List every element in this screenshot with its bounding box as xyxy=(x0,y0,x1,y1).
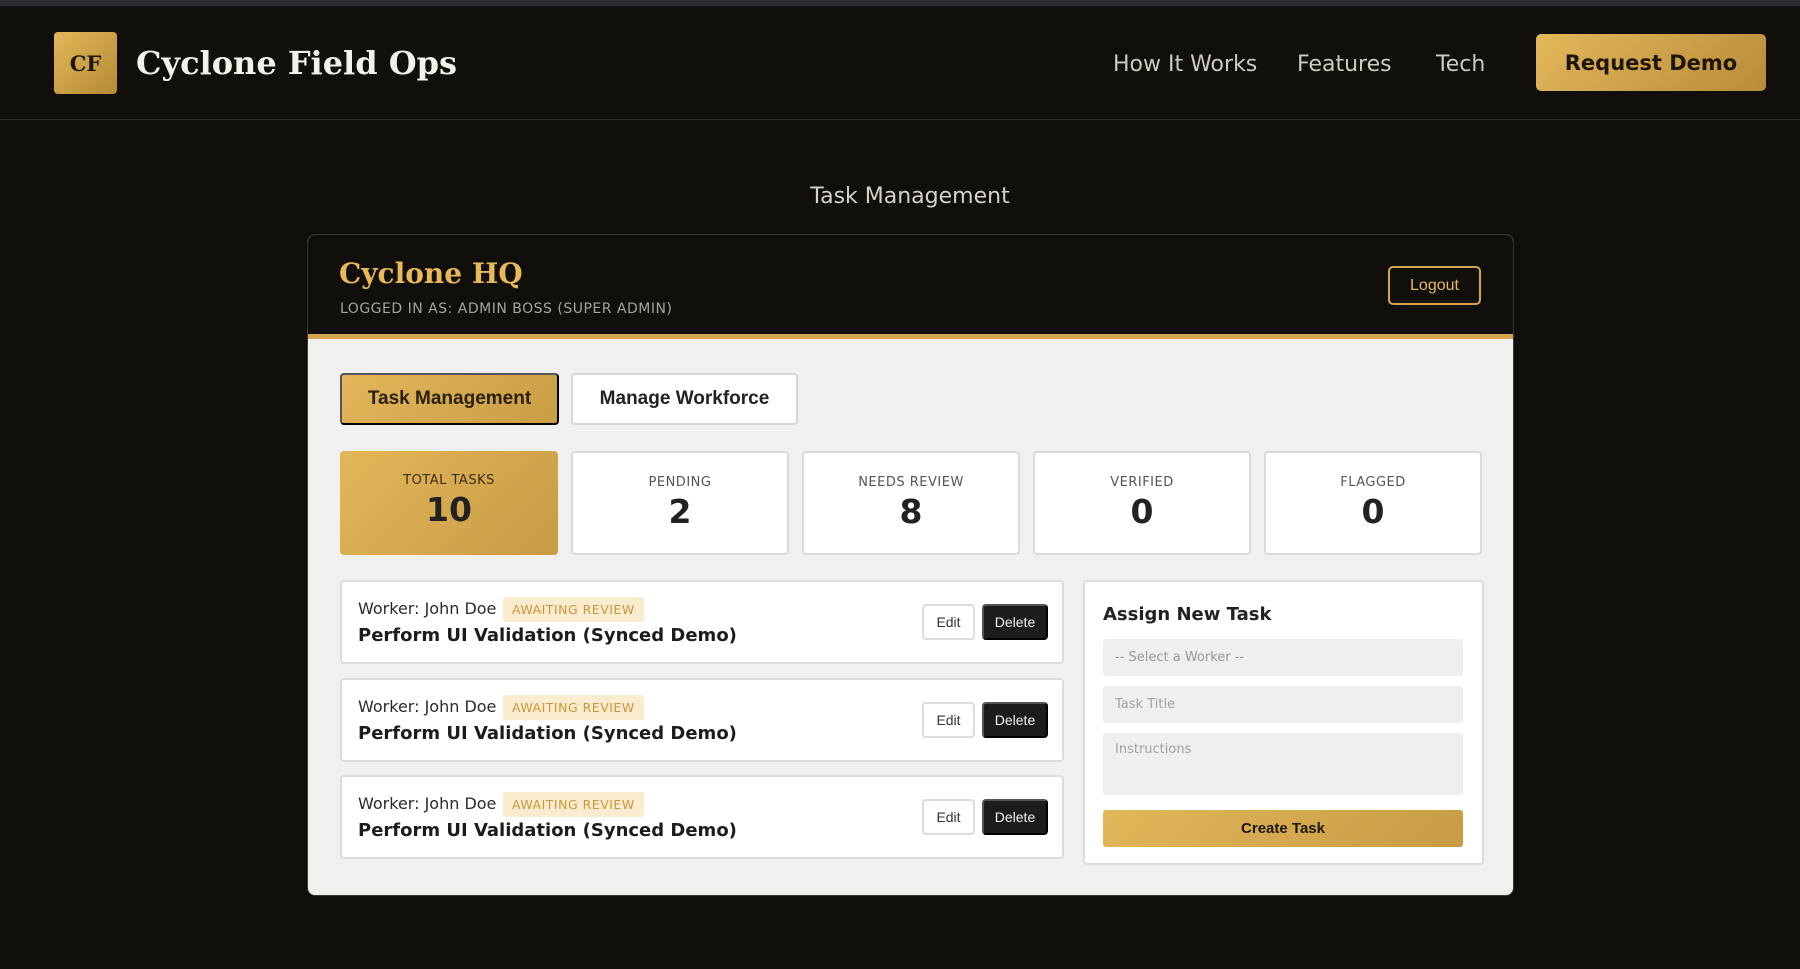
logged-in-as-text: LOGGED IN AS: ADMIN BOSS (SUPER ADMIN) xyxy=(340,301,673,317)
tab-task-management[interactable]: Task Management xyxy=(340,373,559,425)
worker-select[interactable]: -- Select a Worker -- xyxy=(1103,639,1463,676)
status-badge: AWAITING REVIEW xyxy=(503,597,644,622)
top-navbar: CF Cyclone Field Ops How It Works Featur… xyxy=(0,6,1800,120)
tab-manage-workforce[interactable]: Manage Workforce xyxy=(571,373,798,425)
delete-task-button[interactable]: Delete xyxy=(982,799,1048,835)
delete-task-button[interactable]: Delete xyxy=(982,702,1048,738)
task-worker: Worker: John Doe xyxy=(358,697,497,716)
task-card: Worker: John Doe AWAITING REVIEW Perform… xyxy=(340,775,1064,859)
panel-header: Cyclone HQ LOGGED IN AS: ADMIN BOSS (SUP… xyxy=(308,235,1513,339)
stat-card-pending: PENDING 2 xyxy=(571,451,789,555)
nav-link-tech[interactable]: Tech xyxy=(1436,52,1485,77)
stat-label: NEEDS REVIEW xyxy=(858,475,964,490)
task-title-input[interactable] xyxy=(1103,686,1463,723)
delete-task-button[interactable]: Delete xyxy=(982,604,1048,640)
assign-task-form: Assign New Task -- Select a Worker -- Cr… xyxy=(1083,580,1484,865)
edit-task-button[interactable]: Edit xyxy=(922,799,975,835)
brand-logo[interactable]: CF xyxy=(54,32,117,94)
stat-label: TOTAL TASKS xyxy=(403,473,495,488)
status-badge: AWAITING REVIEW xyxy=(503,695,644,720)
edit-task-button[interactable]: Edit xyxy=(922,604,975,640)
task-card: Worker: John Doe AWAITING REVIEW Perform… xyxy=(340,580,1064,664)
create-task-button[interactable]: Create Task xyxy=(1103,810,1463,847)
task-card: Worker: John Doe AWAITING REVIEW Perform… xyxy=(340,678,1064,762)
nav-link-how-it-works[interactable]: How It Works xyxy=(1113,52,1257,77)
task-worker: Worker: John Doe xyxy=(358,794,497,813)
stat-value: 0 xyxy=(1361,492,1385,531)
brand-name[interactable]: Cyclone Field Ops xyxy=(136,44,457,82)
panel-title: Cyclone HQ xyxy=(339,257,523,290)
stat-value: 10 xyxy=(426,490,472,529)
admin-panel: Cyclone HQ LOGGED IN AS: ADMIN BOSS (SUP… xyxy=(307,234,1514,896)
instructions-textarea[interactable] xyxy=(1103,733,1463,795)
stat-label: PENDING xyxy=(648,475,712,490)
logout-button[interactable]: Logout xyxy=(1388,266,1481,305)
assign-form-title: Assign New Task xyxy=(1103,604,1272,625)
stat-card-verified: VERIFIED 0 xyxy=(1033,451,1251,555)
stat-value: 0 xyxy=(1130,492,1154,531)
stat-label: FLAGGED xyxy=(1340,475,1406,490)
edit-task-button[interactable]: Edit xyxy=(922,702,975,738)
stat-card-flagged: FLAGGED 0 xyxy=(1264,451,1482,555)
request-demo-button[interactable]: Request Demo xyxy=(1536,34,1766,91)
stat-card-total-tasks: TOTAL TASKS 10 xyxy=(340,451,558,555)
task-title: Perform UI Validation (Synced Demo) xyxy=(358,723,737,744)
stat-value: 2 xyxy=(668,492,692,531)
stat-label: VERIFIED xyxy=(1110,475,1174,490)
stat-card-needs-review: NEEDS REVIEW 8 xyxy=(802,451,1020,555)
task-title: Perform UI Validation (Synced Demo) xyxy=(358,820,737,841)
task-title: Perform UI Validation (Synced Demo) xyxy=(358,625,737,646)
status-badge: AWAITING REVIEW xyxy=(503,792,644,817)
section-heading: Task Management xyxy=(810,184,1010,209)
nav-link-features[interactable]: Features xyxy=(1297,52,1392,77)
task-worker: Worker: John Doe xyxy=(358,599,497,618)
stat-value: 8 xyxy=(899,492,923,531)
